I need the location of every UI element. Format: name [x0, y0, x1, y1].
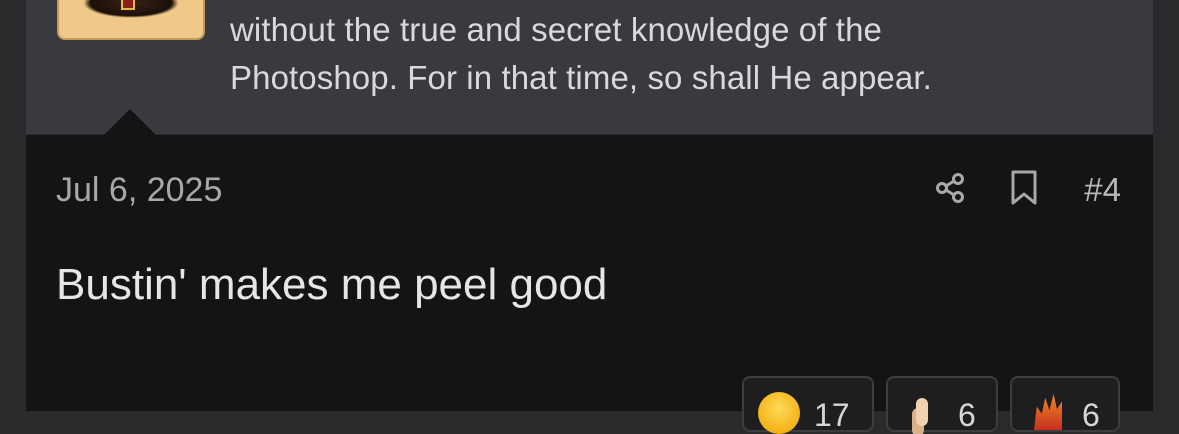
reaction-count: 6: [958, 396, 976, 433]
post-container: without the true and secret knowledge of…: [26, 0, 1153, 434]
post-date[interactable]: Jul 6, 2025: [56, 171, 222, 210]
reactions-bar: 17 6 6: [742, 376, 1120, 434]
quoted-text-line-2: Photoshop. For in that time, so shall He…: [230, 59, 932, 96]
post-meta-bar: Jul 6, 2025 #4: [56, 168, 1121, 212]
reaction-count: 17: [814, 396, 850, 433]
thumbs-up-emoji-icon: [902, 392, 944, 434]
quote-pointer: [104, 109, 156, 135]
laughing-emoji-icon: [758, 392, 800, 434]
post-number-link[interactable]: #4: [1084, 171, 1121, 209]
reaction-count: 6: [1082, 396, 1100, 433]
reaction-thumbs-up-button[interactable]: 6: [886, 376, 998, 434]
bookmark-icon: [1009, 170, 1039, 211]
fire-emoji-icon: [1026, 392, 1068, 434]
post-actions: #4: [930, 170, 1121, 210]
quote-block: without the true and secret knowledge of…: [26, 0, 1153, 135]
bookmark-button[interactable]: [1004, 170, 1044, 210]
reaction-laugh-button[interactable]: 17: [742, 376, 874, 434]
quoted-user-avatar[interactable]: [57, 0, 205, 40]
reaction-fire-button[interactable]: 6: [1010, 376, 1120, 434]
post-body: Bustin' makes me peel good: [56, 260, 608, 309]
quoted-text-line-1: without the true and secret knowledge of…: [230, 11, 882, 48]
quoted-text: without the true and secret knowledge of…: [230, 6, 1130, 102]
share-button[interactable]: [930, 170, 970, 210]
avatar-image: [83, 0, 179, 18]
share-icon: [932, 170, 968, 211]
